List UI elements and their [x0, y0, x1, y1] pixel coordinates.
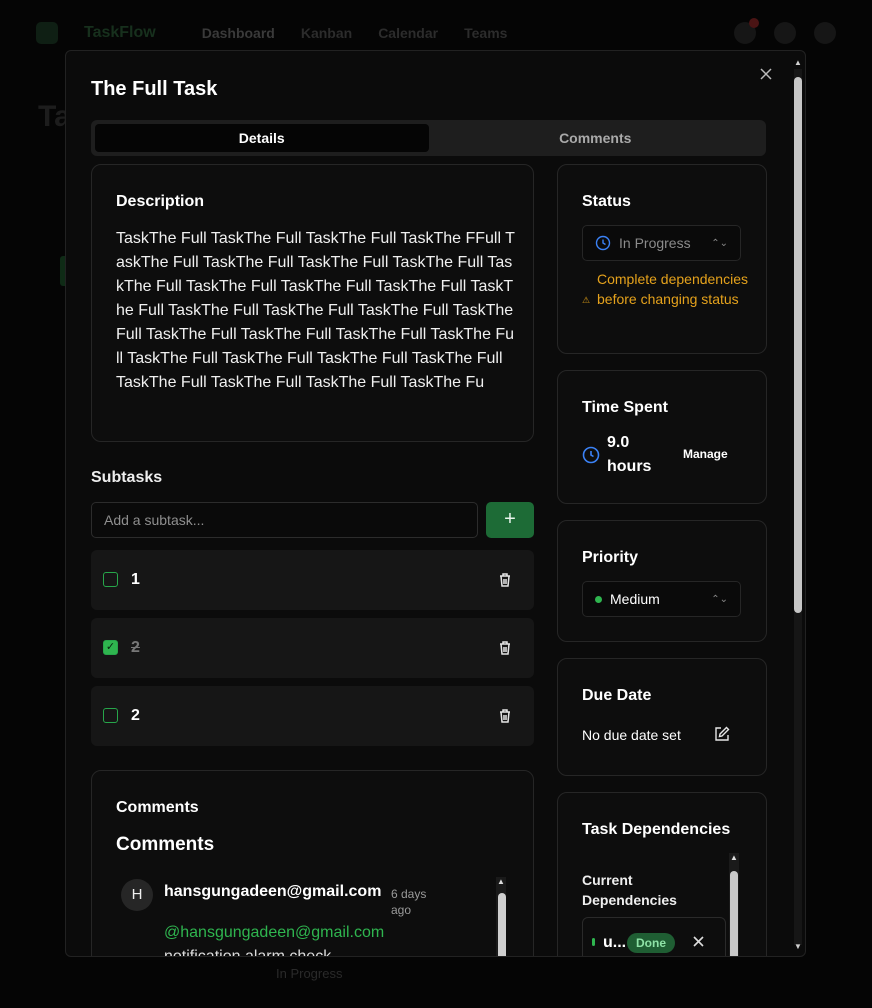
nav-teams: Teams [464, 25, 508, 41]
comment-author: hansgungadeen@gmail.com [164, 883, 382, 900]
status-heading: Status [582, 193, 631, 210]
status-card: Status In Progress ⌃⌄ ⚠ Complete depende… [557, 164, 767, 354]
comment-body: notification alarm check [164, 948, 332, 957]
subtask-label: 2 [131, 639, 140, 656]
modal-scrollbar[interactable]: ▲ ▼ [791, 59, 805, 956]
comments-card: Comments Comments H hansgungadeen@gmail.… [91, 770, 534, 957]
subtask-label: 1 [131, 571, 140, 588]
scroll-up-icon[interactable]: ▲ [496, 877, 506, 887]
chevron-updown-icon: ⌃⌄ [711, 237, 728, 249]
status-select[interactable]: In Progress ⌃⌄ [582, 225, 741, 261]
app-brand: TaskFlow [84, 24, 156, 41]
avatar: H [121, 879, 153, 911]
dependency-item: u... Done [582, 917, 726, 956]
comments-heading: Comments [116, 799, 199, 816]
status-warning: Complete dependencies before changing st… [597, 271, 748, 307]
priority-dot-icon [595, 595, 602, 603]
dependencies-scrollbar[interactable]: ▲ [727, 853, 741, 956]
moon-icon [774, 22, 796, 44]
description-card: Description TaskThe Full TaskThe Full Ta… [91, 164, 534, 442]
notification-dot [749, 18, 759, 28]
avatar [814, 22, 836, 44]
description-heading: Description [116, 193, 205, 210]
trash-icon[interactable] [495, 638, 515, 658]
due-date-heading: Due Date [582, 687, 652, 704]
trash-icon[interactable] [495, 706, 515, 726]
dependency-name[interactable]: u... [603, 934, 626, 952]
warning-icon: ⚠ [582, 295, 591, 305]
subtask-checkbox[interactable] [103, 708, 118, 723]
time-spent-card: Time Spent 9.0 hours Manage [557, 370, 767, 504]
priority-heading: Priority [582, 549, 639, 566]
scroll-up-icon[interactable]: ▲ [793, 59, 803, 67]
comments-scroll-thumb[interactable] [498, 893, 506, 956]
subtask-checkbox[interactable]: ✓ [103, 640, 118, 655]
app-logo [36, 22, 58, 44]
subtask-item: ✓ 2 [91, 618, 534, 678]
task-modal: The Full Task ▲ ▼ Details Comments Descr… [65, 50, 806, 957]
manage-time-button[interactable]: Manage [683, 447, 728, 461]
edit-icon[interactable] [714, 726, 730, 742]
add-subtask-button[interactable]: + [486, 502, 534, 538]
tab-comments[interactable]: Comments [429, 124, 763, 152]
priority-value: Medium [610, 591, 660, 607]
dependency-status-dot [592, 938, 595, 946]
modal-scroll-thumb[interactable] [794, 77, 802, 613]
subtask-item: 2 [91, 686, 534, 746]
subtask-input[interactable] [91, 502, 478, 538]
description-text: TaskThe Full TaskThe Full TaskThe Full T… [116, 230, 515, 391]
close-icon [760, 68, 772, 80]
subtask-item: 1 [91, 550, 534, 610]
comment-timestamp: 6 days ago [391, 887, 427, 917]
chevron-updown-icon: ⌃⌄ [711, 593, 728, 605]
remove-dependency-button[interactable] [693, 931, 704, 952]
dependencies-subheading: Current Dependencies [582, 872, 677, 908]
comment-mention[interactable]: @hansgungadeen@gmail.com [164, 924, 384, 942]
due-date-value: No due date set [582, 727, 681, 743]
due-date-card: Due Date No due date set [557, 658, 767, 776]
subtasks-heading: Subtasks [91, 469, 163, 486]
dependencies-heading: Task Dependencies [582, 821, 731, 838]
comments-scrollbar[interactable]: ▲ [494, 877, 508, 956]
scroll-down-icon[interactable]: ▼ [793, 943, 803, 951]
dependencies-scroll-thumb[interactable] [730, 871, 738, 956]
nav-dashboard: Dashboard [201, 25, 275, 41]
close-button[interactable] [758, 66, 774, 82]
comments-subheading: Comments [116, 834, 215, 855]
dependencies-card: Task Dependencies Current Dependencies u… [557, 792, 767, 956]
priority-select[interactable]: Medium ⌃⌄ [582, 581, 741, 617]
time-spent-value: 9.0 hours [607, 434, 652, 475]
priority-card: Priority Medium ⌃⌄ [557, 520, 767, 642]
nav-kanban: Kanban [300, 25, 353, 41]
status-badge: Done [627, 933, 675, 953]
nav-calendar: Calendar [378, 25, 439, 41]
background-status-label: In Progress [276, 966, 343, 981]
status-value: In Progress [619, 235, 691, 251]
modal-title: The Full Task [91, 78, 218, 100]
clock-icon [582, 446, 600, 464]
scroll-up-icon[interactable]: ▲ [729, 853, 739, 863]
clock-icon [595, 235, 611, 251]
close-icon [693, 936, 704, 947]
bell-icon [734, 18, 759, 44]
subtask-checkbox[interactable] [103, 572, 118, 587]
trash-icon[interactable] [495, 570, 515, 590]
tab-bar: Details Comments [91, 120, 766, 156]
background-status: In Progress [86, 966, 342, 981]
subtask-label: 2 [131, 707, 140, 724]
time-spent-heading: Time Spent [582, 399, 668, 416]
tab-details[interactable]: Details [95, 124, 429, 152]
